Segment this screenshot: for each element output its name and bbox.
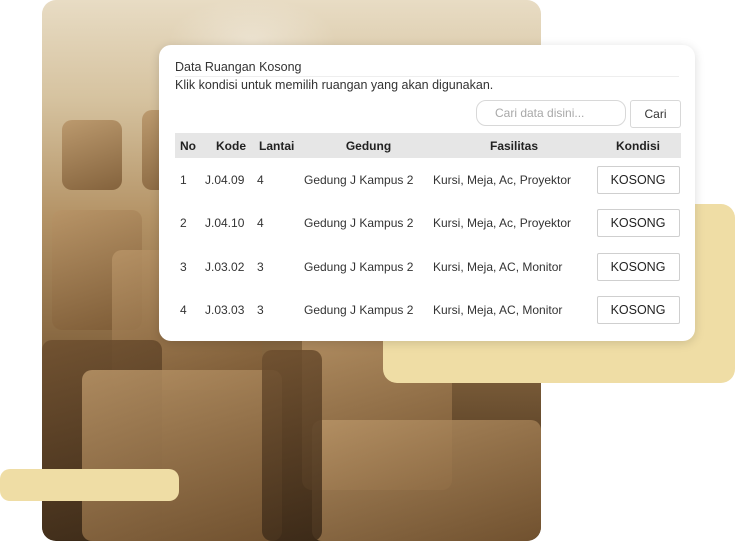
cell-fasilitas: Kursi, Meja, AC, Monitor bbox=[433, 259, 563, 274]
cell-lantai: 3 bbox=[257, 259, 264, 274]
card-subtitle: Klik kondisi untuk memilih ruangan yang … bbox=[175, 78, 494, 92]
decorative-block-left bbox=[0, 469, 179, 501]
header-kondisi: Kondisi bbox=[616, 138, 660, 153]
cell-gedung: Gedung J Kampus 2 bbox=[304, 216, 414, 231]
card-title: Data Ruangan Kosong bbox=[175, 60, 679, 77]
header-lantai: Lantai bbox=[259, 138, 295, 153]
search-input[interactable] bbox=[476, 100, 626, 126]
cell-no: 2 bbox=[180, 216, 187, 231]
cell-fasilitas: Kursi, Meja, AC, Monitor bbox=[433, 303, 563, 318]
cell-gedung: Gedung J Kampus 2 bbox=[304, 259, 414, 274]
cell-lantai: 4 bbox=[257, 172, 264, 187]
search-button[interactable]: Cari bbox=[630, 100, 681, 128]
cell-lantai: 4 bbox=[257, 216, 264, 231]
kondisi-button[interactable]: KOSONG bbox=[596, 296, 680, 325]
cell-gedung: Gedung J Kampus 2 bbox=[304, 303, 414, 318]
table-row: 3 J.03.02 3 Gedung J Kampus 2 Kursi, Mej… bbox=[175, 245, 681, 289]
header-gedung: Gedung bbox=[345, 138, 392, 153]
header-fasilitas: Fasilitas bbox=[489, 138, 539, 153]
cell-lantai: 3 bbox=[257, 303, 264, 318]
table-header: No Kode Lantai Gedung Fasilitas Kondisi bbox=[175, 133, 681, 158]
empty-rooms-card: Data Ruangan Kosong Klik kondisi untuk m… bbox=[159, 45, 695, 341]
cell-gedung: Gedung J Kampus 2 bbox=[304, 172, 414, 187]
cell-fasilitas: Kursi, Meja, Ac, Proyektor bbox=[433, 216, 572, 231]
kondisi-button[interactable]: KOSONG bbox=[596, 252, 680, 281]
cell-no: 1 bbox=[180, 172, 187, 187]
cell-kode: J.03.02 bbox=[205, 259, 245, 274]
cell-no: 4 bbox=[180, 303, 187, 318]
rooms-table: No Kode Lantai Gedung Fasilitas Kondisi … bbox=[175, 133, 681, 332]
header-no: No bbox=[180, 138, 196, 153]
kondisi-button[interactable]: KOSONG bbox=[596, 165, 680, 194]
table-row: 4 J.03.03 3 Gedung J Kampus 2 Kursi, Mej… bbox=[175, 289, 681, 333]
cell-kode: J.04.10 bbox=[205, 216, 245, 231]
table-row: 2 J.04.10 4 Gedung J Kampus 2 Kursi, Mej… bbox=[175, 202, 681, 246]
cell-no: 3 bbox=[180, 259, 187, 274]
kondisi-button[interactable]: KOSONG bbox=[596, 209, 680, 238]
header-kode: Kode bbox=[216, 138, 246, 153]
cell-fasilitas: Kursi, Meja, Ac, Proyektor bbox=[433, 172, 572, 187]
cell-kode: J.04.09 bbox=[205, 172, 245, 187]
table-row: 1 J.04.09 4 Gedung J Kampus 2 Kursi, Mej… bbox=[175, 158, 681, 202]
cell-kode: J.03.03 bbox=[205, 303, 245, 318]
